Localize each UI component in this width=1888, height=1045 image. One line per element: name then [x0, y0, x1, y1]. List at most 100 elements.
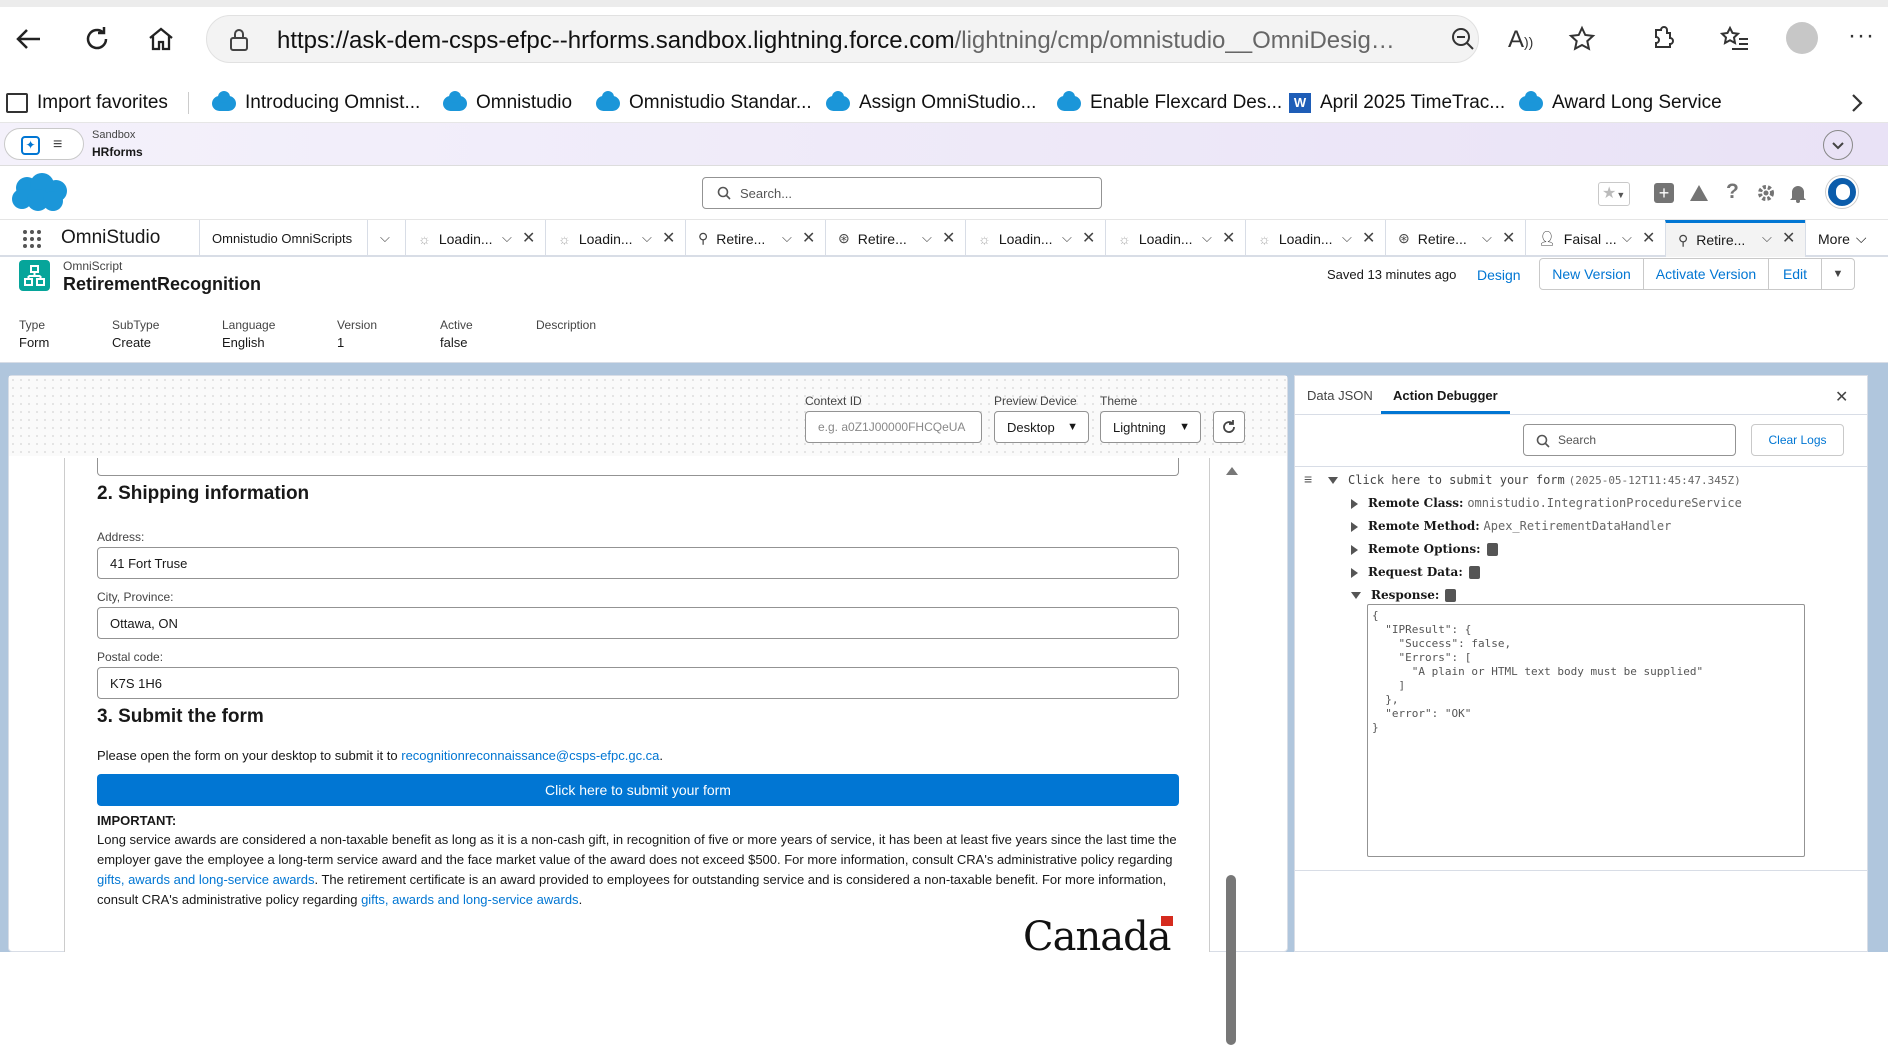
more-actions-button[interactable]: ▼ — [1821, 258, 1855, 290]
user-avatar[interactable] — [1826, 176, 1858, 208]
clipboard-icon[interactable] — [1468, 566, 1480, 579]
close-icon[interactable]: ✕ — [1362, 228, 1375, 248]
back-icon[interactable] — [14, 24, 44, 54]
tab-omniscripts-list[interactable]: Omnistudio OmniScripts — [199, 220, 367, 257]
close-icon[interactable]: ✕ — [1835, 387, 1848, 407]
close-icon[interactable]: ✕ — [1642, 228, 1655, 248]
global-search-input[interactable]: Search... — [702, 177, 1102, 209]
expand-icon[interactable] — [1351, 521, 1358, 532]
setup-gear-icon[interactable] — [1756, 183, 1776, 203]
workspace-tab[interactable]: ☼ Loadin... ⌵ ✕ — [1105, 220, 1245, 257]
address-bar[interactable]: https://ask-dem-csps-efpc--hrforms.sandb… — [206, 15, 1479, 63]
preview-device-select[interactable]: Desktop ▼ — [994, 411, 1089, 443]
help-icon[interactable]: ? — [1726, 180, 1739, 204]
expand-icon[interactable] — [1351, 544, 1358, 555]
chevron-right-icon[interactable] — [1850, 93, 1864, 113]
close-icon[interactable]: ✕ — [522, 228, 535, 248]
workspace-tab[interactable]: ⊛ Retire... ⌵ ✕ — [1385, 220, 1525, 257]
workspace-tab[interactable]: ⊛ Retire... ⌵ ✕ — [825, 220, 965, 257]
cra-policy-link[interactable]: gifts, awards and long-service awards — [361, 892, 579, 907]
expand-icon[interactable] — [1351, 498, 1358, 509]
refresh-icon[interactable] — [82, 24, 112, 54]
address-input[interactable]: 41 Fort Truse — [97, 547, 1179, 579]
bookmark-item[interactable]: W April 2025 TimeTrac... — [1289, 83, 1505, 123]
scrollbar-thumb[interactable] — [1226, 875, 1236, 1045]
chevron-down-icon[interactable]: ⌵ — [1062, 230, 1072, 246]
chevron-down-icon[interactable]: ⌵ — [782, 230, 792, 246]
bookmark-item[interactable]: Award Long Service — [1519, 83, 1722, 123]
close-icon[interactable]: ✕ — [802, 228, 815, 248]
collapse-icon[interactable] — [1328, 477, 1338, 484]
bookmark-item[interactable]: Enable Flexcard Des... — [1057, 83, 1282, 123]
chevron-down-icon[interactable]: ⌵ — [642, 230, 652, 246]
edit-button[interactable]: Edit — [1768, 258, 1822, 290]
browser-menu-icon[interactable]: ··· — [1848, 22, 1875, 50]
workspace-tab[interactable]: ☼ Loadin... ⌵ ✕ — [965, 220, 1105, 257]
lock-icon[interactable] — [229, 28, 249, 52]
postal-code-input[interactable]: K7S 1H6 — [97, 667, 1179, 699]
theme-select[interactable]: Lightning ▼ — [1100, 411, 1201, 443]
app-launcher-grid-icon[interactable] — [22, 229, 42, 249]
profile-avatar[interactable] — [1786, 22, 1818, 54]
read-aloud-icon[interactable]: A)) — [1508, 26, 1533, 54]
extensions-icon[interactable] — [1648, 24, 1676, 52]
submit-form-button[interactable]: Click here to submit your form — [97, 774, 1179, 806]
debugger-search-input[interactable]: Search — [1523, 424, 1736, 456]
chevron-down-icon[interactable]: ⌵ — [1762, 230, 1772, 246]
cra-policy-link[interactable]: gifts, awards and long-service awards — [97, 872, 315, 887]
trailhead-icon[interactable] — [1688, 183, 1710, 203]
chevron-down-icon[interactable]: ⌵ — [922, 230, 932, 246]
previous-field-input[interactable] — [97, 458, 1179, 476]
close-icon[interactable]: ✕ — [1222, 228, 1235, 248]
preview-scrollbar[interactable] — [1225, 461, 1238, 1045]
log-entry-header[interactable]: Click here to submit your form (2025-05-… — [1328, 473, 1741, 487]
context-id-input[interactable]: e.g. a0Z1J00000FHCQeUA — [805, 411, 982, 443]
remote-class-row[interactable]: Remote Class: omnistudio.IntegrationProc… — [1351, 496, 1742, 510]
chevron-down-icon[interactable] — [1823, 130, 1853, 160]
chevron-down-icon[interactable]: ⌵ — [1202, 230, 1212, 246]
global-actions-icon[interactable]: + — [1654, 183, 1674, 203]
tab-data-json[interactable]: Data JSON — [1307, 388, 1373, 403]
bookmark-item[interactable]: Introducing Omnist... — [212, 83, 420, 123]
notifications-bell-icon[interactable] — [1788, 183, 1808, 203]
workspace-tab[interactable]: ☼ Loadin... ⌵ ✕ — [1245, 220, 1385, 257]
close-icon[interactable]: ✕ — [1782, 228, 1795, 248]
tab-overflow-chevron[interactable]: ⌵ — [367, 220, 405, 257]
remote-options-row[interactable]: Remote Options: — [1351, 542, 1498, 556]
favorite-star-icon[interactable] — [1568, 25, 1596, 53]
chevron-down-icon[interactable]: ⌵ — [502, 230, 512, 246]
workspace-tab[interactable]: ⚲ Retire... ⌵ ✕ — [685, 220, 825, 257]
submit-email-link[interactable]: recognitionreconnaissance@csps-efpc.gc.c… — [401, 748, 659, 763]
response-json-textarea[interactable]: { "IPResult": { "Success": false, "Error… — [1367, 604, 1805, 857]
bookmark-item[interactable]: Assign OmniStudio... — [826, 83, 1036, 123]
chevron-down-icon[interactable]: ⌵ — [1342, 230, 1352, 246]
zoom-out-icon[interactable] — [1450, 26, 1476, 52]
bookmark-import-favorites[interactable]: Import favorites — [6, 83, 168, 123]
tab-action-debugger[interactable]: Action Debugger — [1381, 376, 1510, 414]
salesforce-logo[interactable] — [10, 172, 70, 214]
chevron-down-icon[interactable]: ⌵ — [1482, 230, 1492, 246]
close-icon[interactable]: ✕ — [1502, 228, 1515, 248]
chevron-down-icon[interactable]: ⌵ — [1622, 230, 1632, 246]
workspace-tab[interactable]: ☼ Loadin... ⌵ ✕ — [545, 220, 685, 257]
request-data-row[interactable]: Request Data: — [1351, 565, 1480, 579]
city-province-input[interactable]: Ottawa, ON — [97, 607, 1179, 639]
close-icon[interactable]: ✕ — [942, 228, 955, 248]
bookmark-item[interactable]: Omnistudio — [443, 83, 572, 123]
favorites-star-icon[interactable]: ★▼ — [1598, 182, 1630, 206]
scroll-up-icon[interactable] — [1226, 467, 1238, 475]
workspace-tab-active[interactable]: ⚲ Retire... ⌵ ✕ — [1665, 220, 1805, 257]
response-row[interactable]: Response: — [1351, 588, 1457, 602]
close-icon[interactable]: ✕ — [1082, 228, 1095, 248]
refresh-preview-button[interactable] — [1213, 411, 1245, 443]
favorites-list-icon[interactable] — [1720, 25, 1750, 53]
clipboard-icon[interactable] — [1445, 589, 1457, 602]
bookmark-item[interactable]: Omnistudio Standar... — [596, 83, 812, 123]
home-icon[interactable] — [146, 24, 176, 54]
workspace-tab[interactable]: ☼ Loadin... ⌵ ✕ — [405, 220, 545, 257]
close-icon[interactable]: ✕ — [662, 228, 675, 248]
clipboard-icon[interactable] — [1486, 543, 1498, 556]
activate-version-button[interactable]: Activate Version — [1643, 258, 1769, 290]
clear-logs-button[interactable]: Clear Logs — [1751, 424, 1844, 456]
collapse-icon[interactable] — [1351, 592, 1361, 599]
